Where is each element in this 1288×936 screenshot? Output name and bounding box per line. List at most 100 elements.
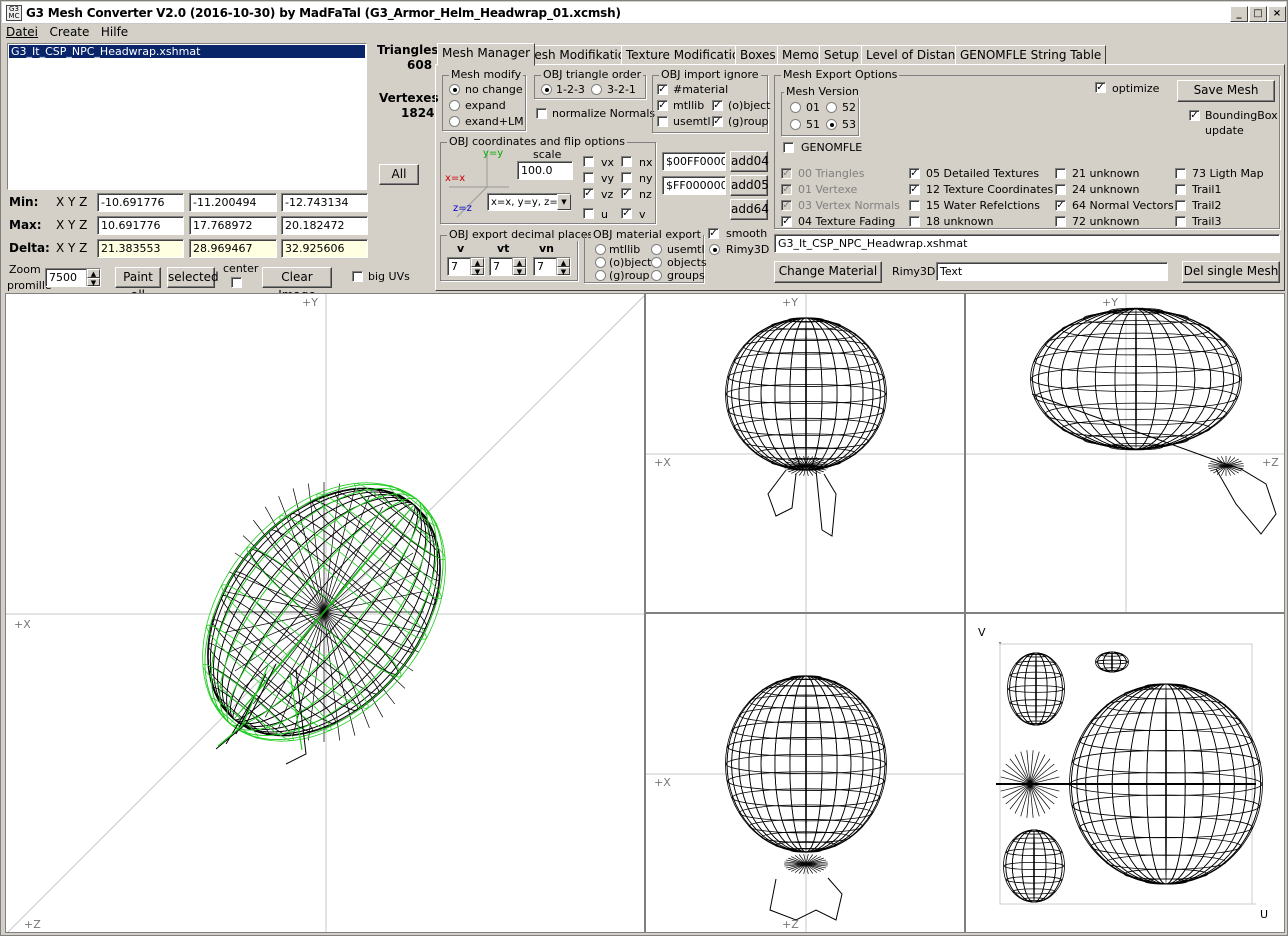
- radio-usemtl[interactable]: [651, 244, 662, 255]
- selected-button[interactable]: selected: [167, 267, 219, 288]
- decimal-vt-spinner[interactable]: ▲ ▼: [512, 258, 526, 275]
- export-flag-checkbox[interactable]: [1055, 184, 1066, 195]
- flip-vz-checkbox[interactable]: ✓: [583, 188, 594, 199]
- radio-group[interactable]: [595, 270, 606, 281]
- normalize-normals-checkbox[interactable]: [536, 108, 547, 119]
- tab-setup[interactable]: Setup: [819, 45, 864, 65]
- flip-nz-checkbox[interactable]: ✓: [621, 188, 632, 199]
- max-z[interactable]: 20.182472: [281, 216, 368, 235]
- delta-x[interactable]: 21.383553: [97, 239, 184, 258]
- export-flag-checkbox[interactable]: ✓: [1055, 200, 1066, 211]
- flip-u-checkbox[interactable]: [583, 208, 594, 219]
- genomfle-checkbox[interactable]: [783, 142, 794, 153]
- export-flag-checkbox[interactable]: [1175, 216, 1186, 227]
- tab-genomfle-string-table[interactable]: GENOMFLE String Table: [955, 45, 1107, 65]
- viewport-side[interactable]: +Y +Z: [965, 293, 1285, 613]
- tab-memo[interactable]: Memo: [777, 45, 824, 65]
- min-y[interactable]: -11.200494: [189, 193, 277, 212]
- clear-image-button[interactable]: Clear Image: [262, 267, 332, 302]
- max-y[interactable]: 17.768972: [189, 216, 277, 235]
- viewport-perspective[interactable]: +Y +X +Z: [5, 293, 645, 933]
- optimize-checkbox[interactable]: ✓: [1095, 82, 1106, 93]
- flip-v-checkbox[interactable]: ✓: [621, 208, 632, 219]
- radio-objects[interactable]: [651, 257, 662, 268]
- material-name-field[interactable]: G3_It_CSP_NPC_Headwrap.xshmat: [774, 234, 1280, 253]
- del-single-mesh-button[interactable]: Del single Mesh: [1182, 261, 1280, 283]
- export-flag-checkbox[interactable]: [1055, 168, 1066, 179]
- tab-boxes[interactable]: Boxes: [735, 45, 781, 65]
- ignore-material-checkbox[interactable]: ✓: [657, 84, 668, 95]
- delta-y[interactable]: 28.969467: [189, 239, 277, 258]
- flip-u-label: u: [601, 208, 608, 221]
- change-material-button[interactable]: Change Material: [774, 261, 882, 283]
- tab-mesh-manager[interactable]: Mesh Manager: [437, 43, 536, 66]
- export-flag-checkbox[interactable]: [1175, 184, 1186, 195]
- export-flag-checkbox[interactable]: [1175, 200, 1186, 211]
- decimal-v-spinner[interactable]: ▲ ▼: [470, 258, 484, 275]
- center-checkbox[interactable]: [231, 277, 242, 288]
- ignore-group-checkbox[interactable]: ✓: [712, 116, 723, 127]
- radio-v01[interactable]: [790, 102, 801, 113]
- color-field-2[interactable]: $FF000000: [662, 176, 726, 195]
- radio-mtllib[interactable]: [595, 244, 606, 255]
- scale-input[interactable]: 100.0: [517, 161, 573, 180]
- boundingbox-checkbox[interactable]: ✓: [1189, 110, 1200, 121]
- export-flag-checkbox[interactable]: ✓: [909, 168, 920, 179]
- rimy3d-field[interactable]: Text: [936, 262, 1168, 281]
- export-flag-checkbox[interactable]: [909, 200, 920, 211]
- big-uvs-checkbox[interactable]: [352, 271, 363, 282]
- radio-v51[interactable]: [790, 119, 801, 130]
- close-button[interactable]: ×: [1268, 6, 1286, 22]
- add64-button[interactable]: add64: [730, 199, 769, 220]
- radio-rimy3d[interactable]: [709, 244, 720, 255]
- ignore-object-checkbox[interactable]: ✓: [712, 100, 723, 111]
- export-flag-checkbox[interactable]: [1055, 216, 1066, 227]
- delta-z[interactable]: 32.925606: [281, 239, 368, 258]
- persp-y-axis-label: +Y: [302, 296, 318, 309]
- export-flag-checkbox[interactable]: ✓: [909, 184, 920, 195]
- list-item[interactable]: G3_It_CSP_NPC_Headwrap.xshmat: [9, 45, 365, 58]
- ignore-mtllib-checkbox[interactable]: ✓: [657, 100, 668, 111]
- add05-button[interactable]: add05: [730, 175, 769, 196]
- radio-no-change[interactable]: [449, 84, 460, 95]
- min-z[interactable]: -12.743134: [281, 193, 368, 212]
- viewport-front[interactable]: +Y +X: [645, 293, 965, 613]
- flip-vy-checkbox[interactable]: [583, 172, 594, 183]
- flip-nx-checkbox[interactable]: [621, 156, 632, 167]
- menu-hilfe[interactable]: Hilfe: [97, 24, 132, 40]
- smooth-checkbox[interactable]: ✓: [708, 228, 719, 239]
- color-field-1[interactable]: $00FF0000: [662, 152, 726, 171]
- ignore-usemtl-checkbox[interactable]: [657, 116, 668, 127]
- max-x[interactable]: 10.691776: [97, 216, 184, 235]
- radio-321[interactable]: [591, 84, 602, 95]
- export-flag-label: Trail2: [1192, 199, 1222, 212]
- radio-object[interactable]: [595, 257, 606, 268]
- radio-v52[interactable]: [826, 102, 837, 113]
- viewport-top[interactable]: +X +Z: [645, 613, 965, 933]
- flip-ny-checkbox[interactable]: [621, 172, 632, 183]
- export-flag-checkbox[interactable]: ✓: [781, 216, 792, 227]
- paint-all-button[interactable]: Paint all: [115, 267, 161, 302]
- export-flag-checkbox[interactable]: [909, 216, 920, 227]
- zoom-spinner[interactable]: ▲ ▼: [86, 269, 100, 286]
- decimal-vn-spinner[interactable]: ▲ ▼: [556, 258, 570, 275]
- viewport-uv[interactable]: V U: [965, 613, 1285, 933]
- radio-exand-lm[interactable]: [449, 116, 460, 127]
- decimal-places-title: OBJ export decimal places: [447, 228, 596, 241]
- radio-123[interactable]: [541, 84, 552, 95]
- maximize-button[interactable]: □: [1249, 6, 1267, 22]
- all-button[interactable]: All: [379, 164, 419, 185]
- minimize-button[interactable]: _: [1230, 6, 1248, 22]
- radio-groups[interactable]: [651, 270, 662, 281]
- menu-create[interactable]: Create: [46, 24, 94, 40]
- radio-v53[interactable]: [826, 119, 837, 130]
- mapping-dropdown-button[interactable]: ▼: [557, 194, 571, 210]
- menu-datei[interactable]: Datei: [2, 24, 42, 40]
- min-x[interactable]: -10.691776: [97, 193, 184, 212]
- file-list[interactable]: G3_It_CSP_NPC_Headwrap.xshmat: [7, 43, 367, 190]
- radio-expand[interactable]: [449, 100, 460, 111]
- flip-vx-checkbox[interactable]: [583, 156, 594, 167]
- add04-button[interactable]: add04: [730, 151, 769, 172]
- save-mesh-button[interactable]: Save Mesh: [1177, 80, 1275, 102]
- export-flag-checkbox[interactable]: [1175, 168, 1186, 179]
